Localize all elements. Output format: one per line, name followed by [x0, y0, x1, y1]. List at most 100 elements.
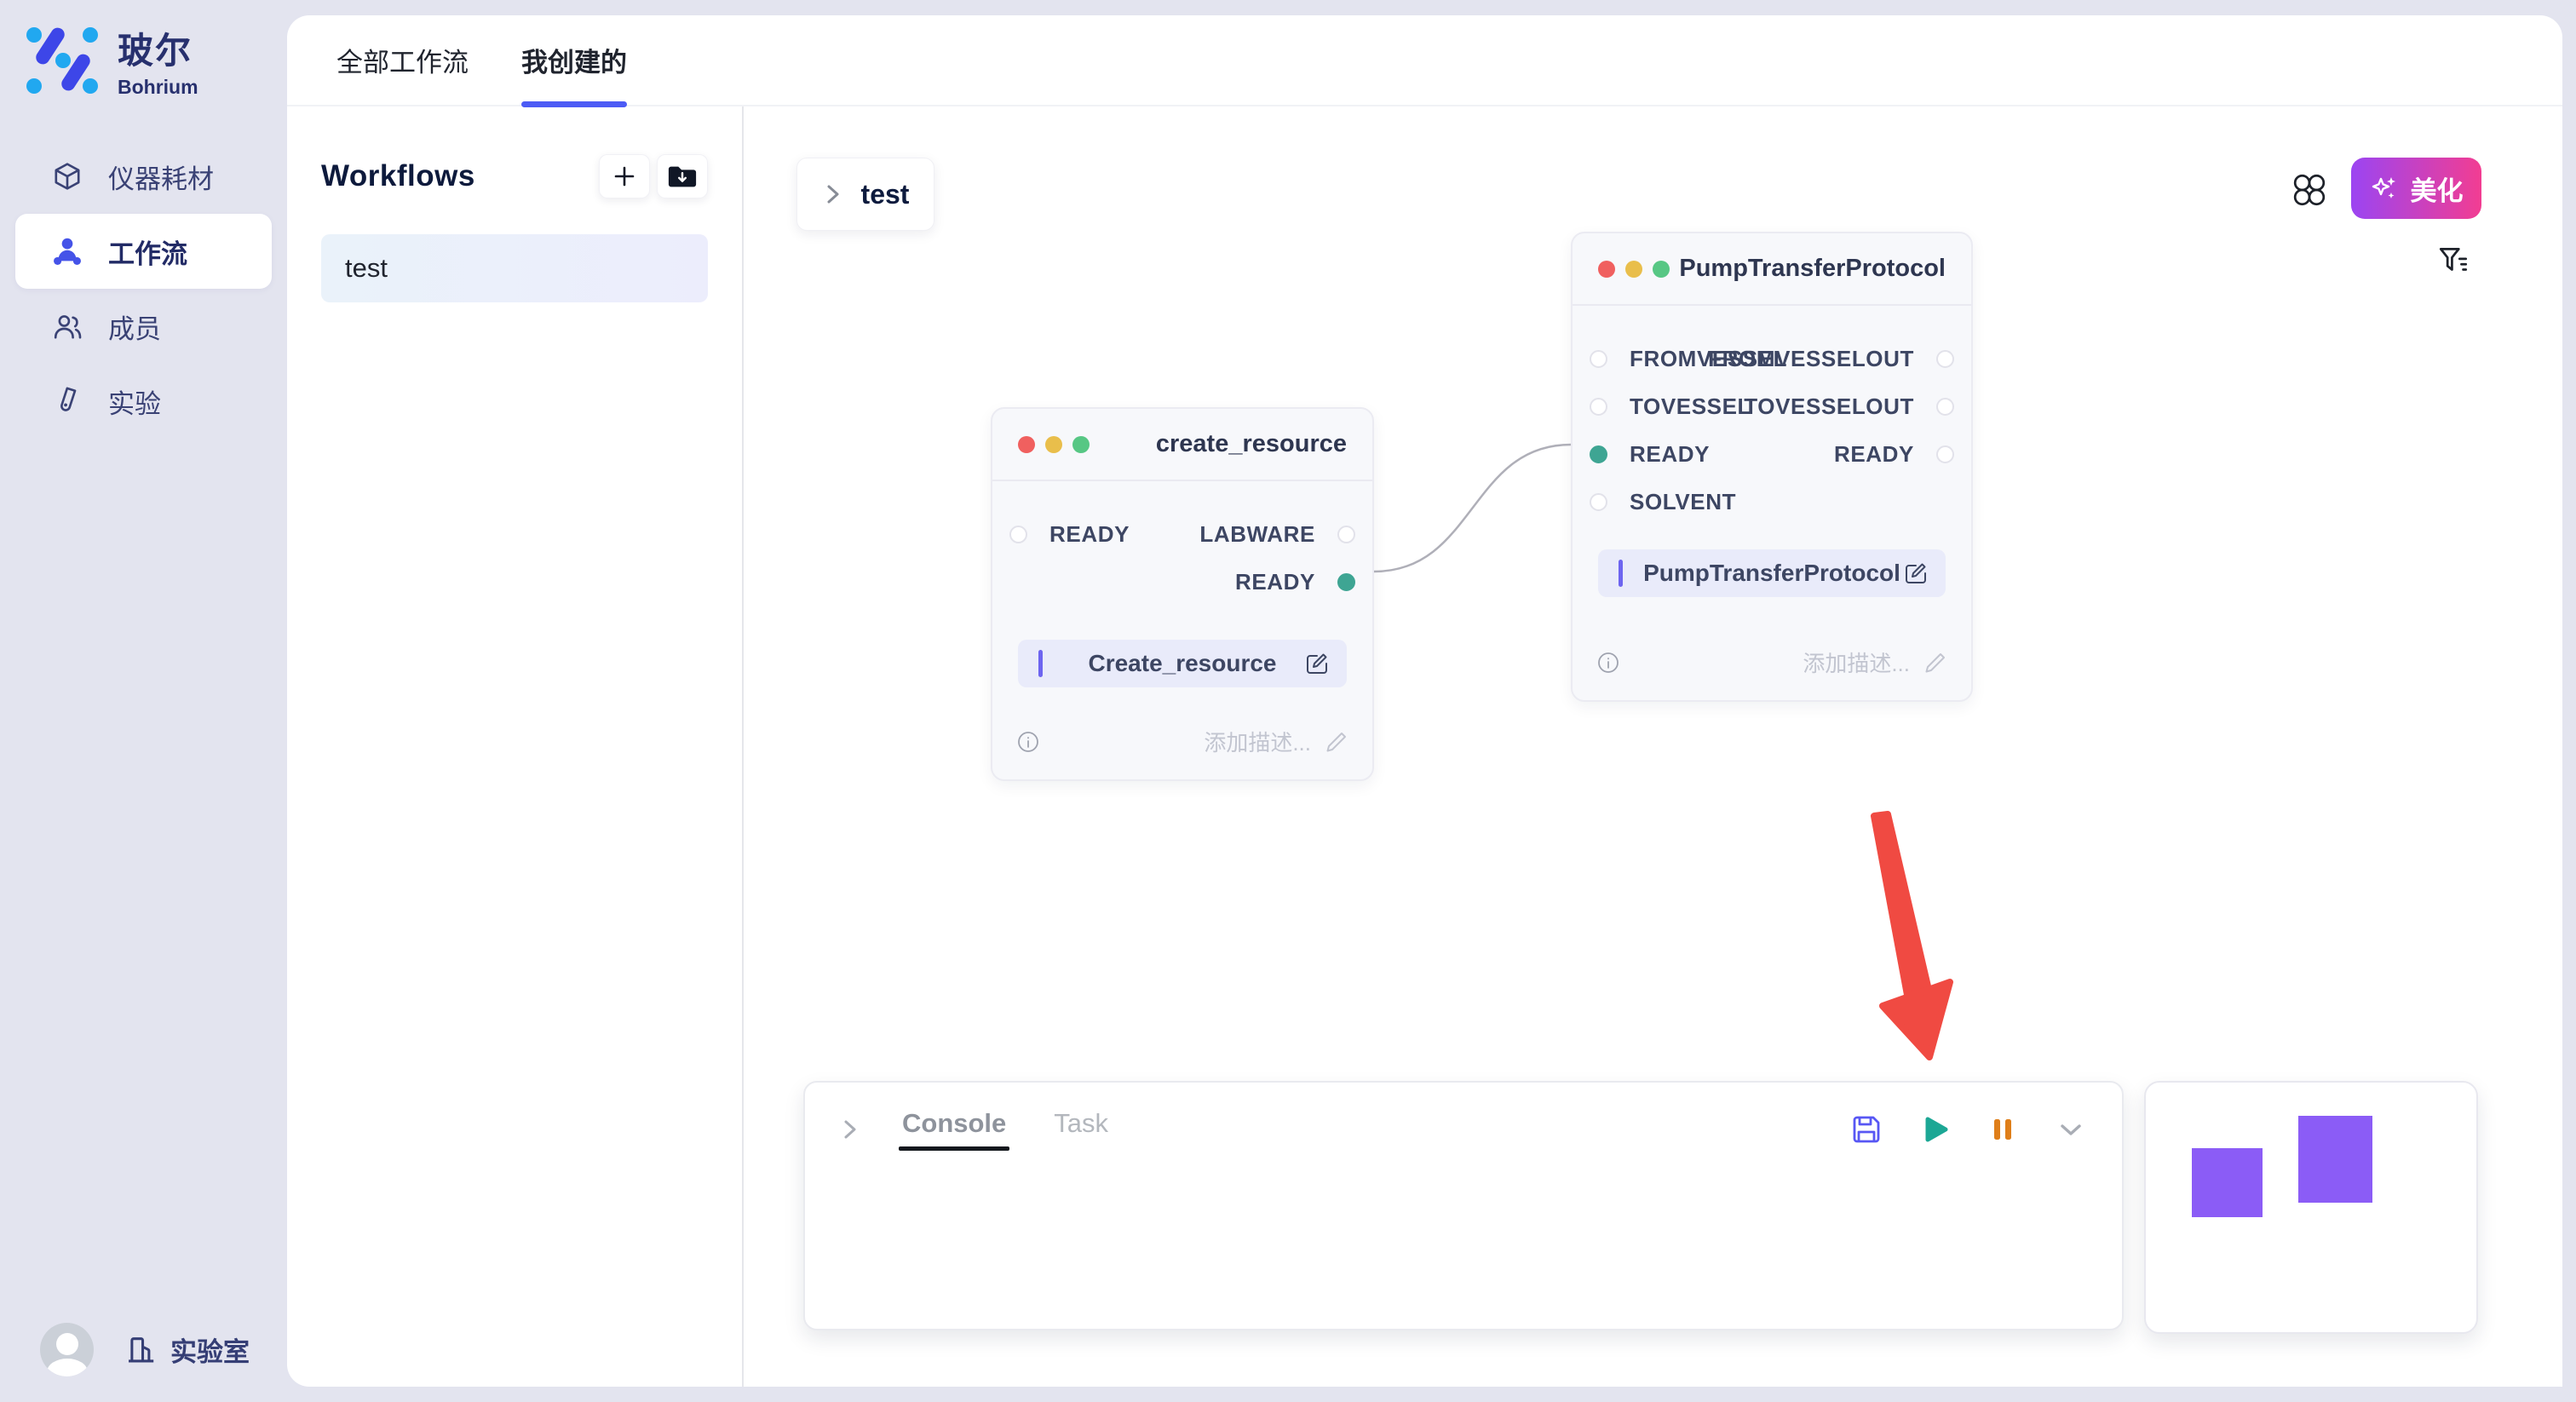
sidebar-item-workflow[interactable]: 工作流 [15, 214, 272, 289]
sidebar-item-members[interactable]: 成员 [0, 289, 287, 364]
plus-icon [610, 162, 639, 191]
breadcrumb[interactable]: test [796, 158, 934, 231]
port-dot[interactable] [1009, 526, 1027, 543]
beautify-button[interactable]: 美化 [2351, 158, 2481, 219]
workflow-list-item-test[interactable]: test [321, 234, 708, 302]
logo-title: 玻尔 [118, 22, 198, 74]
user-avatar[interactable] [40, 1323, 94, 1376]
description-placeholder[interactable]: 添加描述... [1204, 726, 1348, 757]
port-label: READY [1235, 569, 1315, 595]
edge-create-to-pump [1374, 445, 1571, 572]
light-green-icon[interactable] [1072, 436, 1090, 453]
sidebar-item-experiments[interactable]: 实验 [0, 364, 287, 439]
pause-button[interactable] [1986, 1112, 2020, 1146]
node-ports: FROMVESSEL FROMVESSELOUT TOVESSEL [1573, 335, 1971, 526]
filter-icon[interactable] [2434, 241, 2473, 280]
console-tab-label: Task [1054, 1108, 1108, 1138]
port-dot[interactable] [1936, 398, 1954, 416]
info-icon[interactable] [1596, 651, 1620, 675]
port-dot[interactable] [1936, 350, 1954, 368]
minimap[interactable] [2144, 1081, 2478, 1334]
node-footer: 添加描述... [1573, 646, 1971, 700]
beautify-label: 美化 [2411, 170, 2464, 208]
edit-icon[interactable] [1304, 651, 1330, 681]
light-yellow-icon[interactable] [1625, 261, 1642, 278]
node-title: create_resource [1156, 430, 1347, 458]
port-dot[interactable] [1590, 350, 1607, 368]
port-label: TOVESSELOUT [1744, 394, 1914, 420]
port-out-tovesselout[interactable]: TOVESSELOUT [1744, 382, 1954, 430]
app-root: 玻尔 Bohrium 仪器耗材 [0, 0, 2576, 1402]
port-dot-connected[interactable] [1337, 573, 1355, 591]
port-in-tovessel[interactable]: TOVESSEL [1590, 382, 1751, 430]
bohrium-logo: 玻尔 Bohrium [24, 22, 198, 99]
pencil-icon [1923, 651, 1947, 675]
port-out-labware[interactable]: LABWARE [1199, 510, 1355, 558]
edit-icon[interactable] [1903, 560, 1929, 590]
console-header: Console Task [805, 1083, 2122, 1151]
light-green-icon[interactable] [1653, 261, 1670, 278]
port-dot-connected[interactable] [1590, 445, 1607, 463]
annotation-arrow-red [1874, 814, 1950, 1057]
workflow-tabbar: 全部工作流 我创建的 [287, 15, 2562, 106]
chevron-right-icon [822, 180, 844, 209]
import-folder-button[interactable] [657, 154, 708, 198]
port-out-fromvesselout[interactable]: FROMVESSELOUT [1708, 335, 1954, 382]
port-in-ready[interactable]: READY [1590, 430, 1710, 478]
logo-subtitle: Bohrium [118, 76, 198, 99]
node-footer: 添加描述... [992, 726, 1372, 779]
node-function-pill[interactable]: PumpTransferProtocol [1598, 549, 1946, 597]
node-function-pill[interactable]: Create_resource [1018, 640, 1347, 687]
info-icon[interactable] [1016, 730, 1040, 754]
port-in-ready[interactable]: READY [1009, 510, 1130, 558]
light-red-icon[interactable] [1018, 436, 1035, 453]
node-title: PumpTransferProtocol [1679, 255, 1946, 283]
light-red-icon[interactable] [1598, 261, 1615, 278]
port-dot[interactable] [1590, 398, 1607, 416]
description-text: 添加描述... [1204, 726, 1311, 757]
collapse-chevron-right-icon[interactable] [839, 1115, 861, 1144]
light-yellow-icon[interactable] [1045, 436, 1062, 453]
workspace-label: 实验室 [170, 1330, 250, 1369]
sidebar-item-label: 仪器耗材 [108, 158, 214, 196]
description-placeholder[interactable]: 添加描述... [1803, 646, 1947, 678]
collapse-chevron-down-icon[interactable] [2054, 1112, 2088, 1146]
workflow-canvas[interactable]: test 美化 [744, 106, 2562, 1387]
console-tab-task[interactable]: Task [1054, 1108, 1108, 1151]
sidebar-item-instruments[interactable]: 仪器耗材 [0, 139, 287, 214]
tab-label: 我创建的 [521, 41, 627, 79]
node-create-resource[interactable]: create_resource READY LABWARE [991, 407, 1374, 781]
sparkles-icon [2370, 174, 2399, 203]
port-dot[interactable] [1337, 526, 1355, 543]
node-header[interactable]: PumpTransferProtocol [1573, 233, 1971, 306]
node-header[interactable]: create_resource [992, 409, 1372, 481]
port-dot[interactable] [1936, 445, 1954, 463]
main-panel: 全部工作流 我创建的 Workflows [287, 15, 2562, 1387]
node-pump-transfer-protocol[interactable]: PumpTransferProtocol FROMVESSEL FROMVESS… [1571, 232, 1973, 702]
workflows-sidebar: Workflows test [287, 106, 744, 1387]
run-button[interactable] [1918, 1112, 1952, 1146]
tab-my-created[interactable]: 我创建的 [521, 14, 627, 106]
bohrium-logo-icon [24, 23, 99, 98]
workspace-switcher[interactable]: 实验室 [124, 1330, 250, 1369]
port-label: LABWARE [1199, 521, 1315, 548]
port-label: READY [1630, 441, 1710, 468]
testtube-icon [49, 386, 86, 417]
port-out-ready[interactable]: READY [1834, 430, 1954, 478]
sidebar-nav: 仪器耗材 工作流 成员 [0, 139, 287, 439]
command-icon[interactable] [2290, 170, 2329, 210]
port-label: FROMVESSELOUT [1708, 346, 1914, 372]
console-tab-console[interactable]: Console [902, 1108, 1006, 1151]
package-icon [49, 161, 86, 192]
sidebar-footer: 实验室 [40, 1323, 250, 1376]
pill-accent-bar [1619, 560, 1623, 587]
add-workflow-button[interactable] [599, 154, 650, 198]
port-out-ready[interactable]: READY [1235, 558, 1355, 606]
save-button[interactable] [1849, 1112, 1883, 1146]
workflow-item-label: test [345, 253, 388, 284]
sidebar: 玻尔 Bohrium 仪器耗材 [0, 0, 287, 1402]
console-tab-label: Console [902, 1108, 1006, 1138]
port-in-solvent[interactable]: SOLVENT [1590, 478, 1736, 526]
port-dot[interactable] [1590, 493, 1607, 511]
tab-all-workflows[interactable]: 全部工作流 [336, 14, 469, 106]
